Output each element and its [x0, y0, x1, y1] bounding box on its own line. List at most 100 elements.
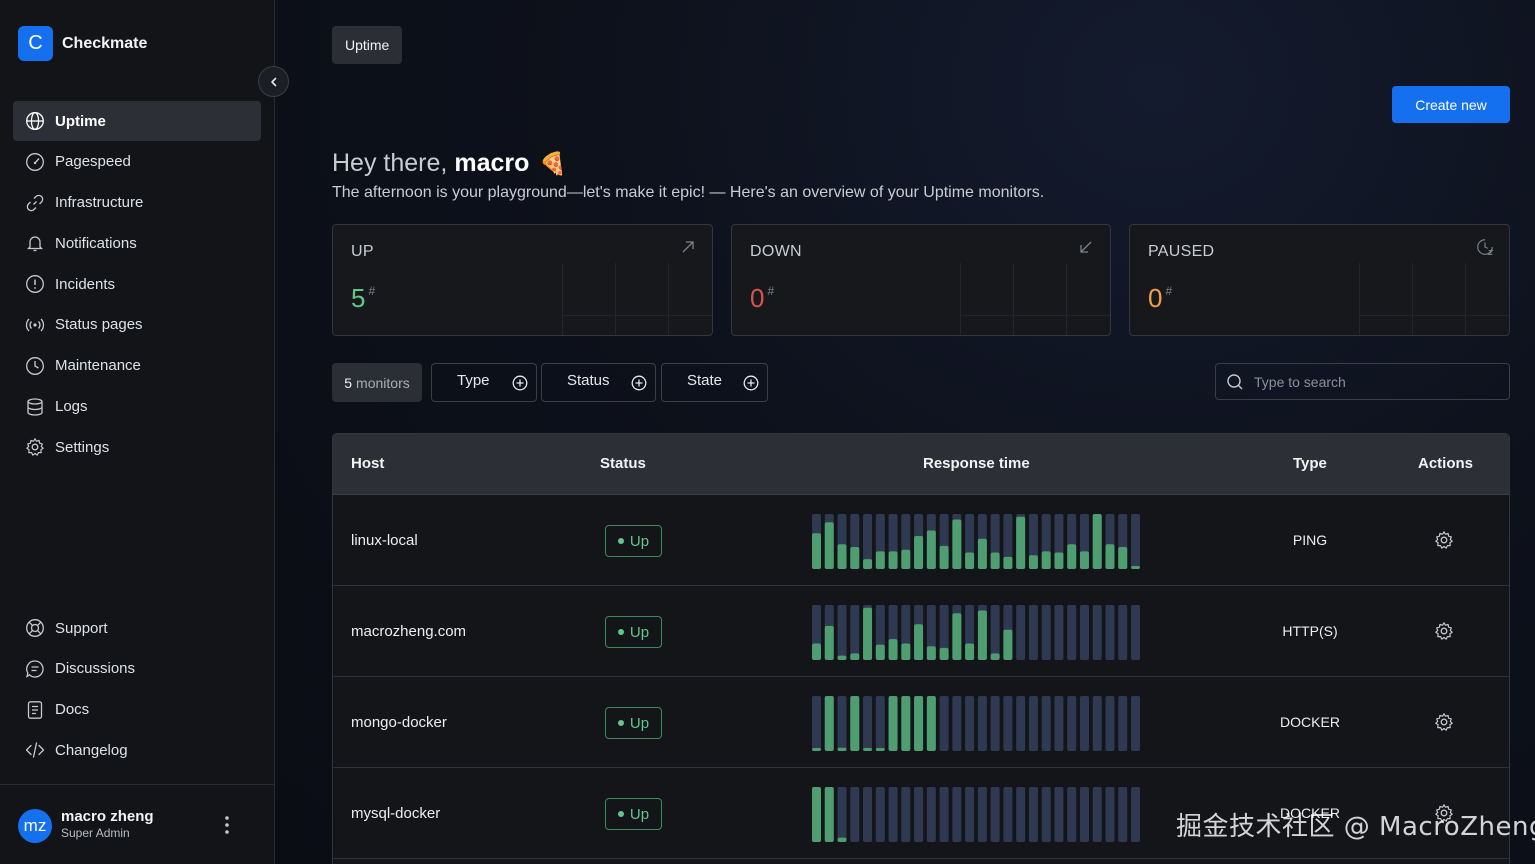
response-bar[interactable] — [875, 551, 885, 569]
response-bar[interactable] — [875, 644, 885, 660]
status-dot — [617, 629, 624, 635]
collapse-sidebar-button[interactable] — [258, 66, 289, 97]
response-bar[interactable] — [977, 538, 987, 569]
sidebar-item-settings[interactable]: Settings — [13, 427, 261, 467]
response-bar[interactable] — [812, 533, 821, 569]
clock-icon — [24, 355, 46, 377]
brand[interactable]: C Checkmate — [18, 26, 147, 61]
response-bar[interactable] — [990, 552, 1000, 570]
response-bar[interactable] — [1131, 566, 1140, 569]
response-bar[interactable] — [1105, 544, 1115, 569]
response-bar[interactable] — [888, 551, 898, 569]
response-bar[interactable] — [812, 787, 821, 842]
response-bar[interactable] — [888, 696, 898, 751]
response-bar[interactable] — [1067, 544, 1077, 569]
sidebar-item-status-pages[interactable]: Status pages — [13, 305, 261, 345]
response-bar[interactable] — [888, 639, 898, 660]
response-bar[interactable] — [1079, 551, 1089, 569]
response-bar[interactable] — [863, 607, 873, 660]
create-new-button[interactable]: Create new — [1392, 86, 1510, 123]
response-bar[interactable] — [1003, 629, 1013, 660]
response-bar[interactable] — [1054, 552, 1064, 570]
monitor-host[interactable]: macrozheng.com — [351, 623, 466, 640]
sidebar-item-incidents[interactable]: Incidents — [13, 264, 261, 304]
gear-icon[interactable] — [1434, 712, 1454, 732]
response-bar[interactable] — [837, 655, 847, 660]
response-bar[interactable] — [1016, 516, 1026, 569]
gear-icon[interactable] — [1434, 621, 1454, 641]
response-bar[interactable] — [1028, 555, 1038, 569]
bell-icon — [24, 232, 46, 254]
response-bar[interactable] — [824, 787, 834, 842]
response-bar[interactable] — [914, 536, 924, 569]
brand-logo: C — [18, 26, 53, 61]
sidebar-item-discussions[interactable]: Discussions — [13, 649, 261, 689]
response-bar-track — [1105, 787, 1115, 842]
response-bar[interactable] — [837, 544, 847, 569]
response-bar[interactable] — [926, 530, 936, 570]
response-bar[interactable] — [901, 643, 911, 661]
response-bar[interactable] — [850, 547, 860, 569]
response-bar[interactable] — [863, 559, 873, 569]
response-bar[interactable] — [875, 748, 885, 751]
avatar[interactable]: mz — [18, 809, 52, 843]
response-bar[interactable] — [837, 747, 847, 751]
sidebar-item-pagespeed[interactable]: Pagespeed — [13, 142, 261, 182]
monitor-host[interactable]: linux-local — [351, 532, 418, 549]
column-response-time[interactable]: Response time — [923, 455, 1030, 472]
sidebar-item-logs[interactable]: Logs — [13, 387, 261, 427]
response-bar[interactable] — [952, 519, 962, 570]
response-bar[interactable] — [863, 748, 873, 751]
monitor-host[interactable]: mysql-docker — [351, 805, 440, 822]
response-bar[interactable] — [1003, 556, 1013, 569]
response-bar[interactable] — [926, 646, 936, 660]
more-vertical-icon[interactable] — [218, 813, 236, 837]
type-filter-button[interactable]: Type — [431, 363, 537, 402]
search-input[interactable]: Type to search — [1215, 363, 1510, 400]
response-bar[interactable] — [914, 696, 924, 751]
sidebar-item-docs[interactable]: Docs — [13, 690, 261, 730]
response-bar[interactable] — [837, 837, 847, 842]
response-bar[interactable] — [926, 696, 936, 751]
monitor-host[interactable]: mongo-docker — [351, 714, 447, 731]
response-bar[interactable] — [965, 643, 975, 661]
column-status[interactable]: Status — [600, 455, 646, 472]
table-row[interactable]: mongo-docker Up DOCKER — [333, 677, 1509, 768]
sidebar-item-maintenance[interactable]: Maintenance — [13, 346, 261, 386]
response-bar[interactable] — [850, 696, 860, 751]
response-bar[interactable] — [850, 653, 860, 660]
stat-value: 0 # — [750, 283, 775, 313]
column-type[interactable]: Type — [1293, 455, 1327, 472]
gear-icon[interactable] — [1434, 530, 1454, 550]
response-bar[interactable] — [812, 748, 821, 751]
response-bar[interactable] — [824, 625, 834, 660]
state-filter-button[interactable]: State — [661, 363, 768, 402]
sidebar-item-changelog[interactable]: Changelog — [13, 730, 261, 770]
response-bar[interactable] — [1041, 551, 1051, 569]
response-bar[interactable] — [952, 613, 962, 660]
greeting-subtitle: The afternoon is your playground—let's m… — [332, 184, 1045, 201]
sidebar-item-notifications[interactable]: Notifications — [13, 223, 261, 263]
sidebar-item-label: Logs — [55, 398, 88, 416]
response-bar[interactable] — [901, 549, 911, 569]
sidebar-item-infrastructure[interactable]: Infrastructure — [13, 183, 261, 223]
response-bar[interactable] — [965, 552, 975, 570]
response-bar[interactable] — [1118, 547, 1128, 569]
response-bar[interactable] — [939, 647, 949, 660]
response-bar[interactable] — [990, 653, 1000, 660]
response-bar[interactable] — [824, 696, 834, 751]
response-bar[interactable] — [1092, 514, 1102, 569]
table-row[interactable]: linux-local Up PING — [333, 495, 1509, 586]
response-bar[interactable] — [824, 522, 834, 569]
sidebar-item-uptime[interactable]: Uptime — [13, 101, 261, 141]
response-bar[interactable] — [977, 610, 987, 661]
breadcrumb[interactable]: Uptime — [332, 26, 403, 64]
response-bar[interactable] — [914, 624, 924, 660]
sidebar-item-support[interactable]: Support — [13, 608, 261, 648]
status-filter-button[interactable]: Status — [541, 363, 656, 402]
table-row[interactable]: macrozheng.com Up HTTP(S) — [333, 586, 1509, 677]
response-bar[interactable] — [812, 643, 821, 661]
response-bar[interactable] — [901, 696, 911, 751]
response-bar[interactable] — [939, 545, 949, 569]
column-host[interactable]: Host — [351, 455, 384, 472]
